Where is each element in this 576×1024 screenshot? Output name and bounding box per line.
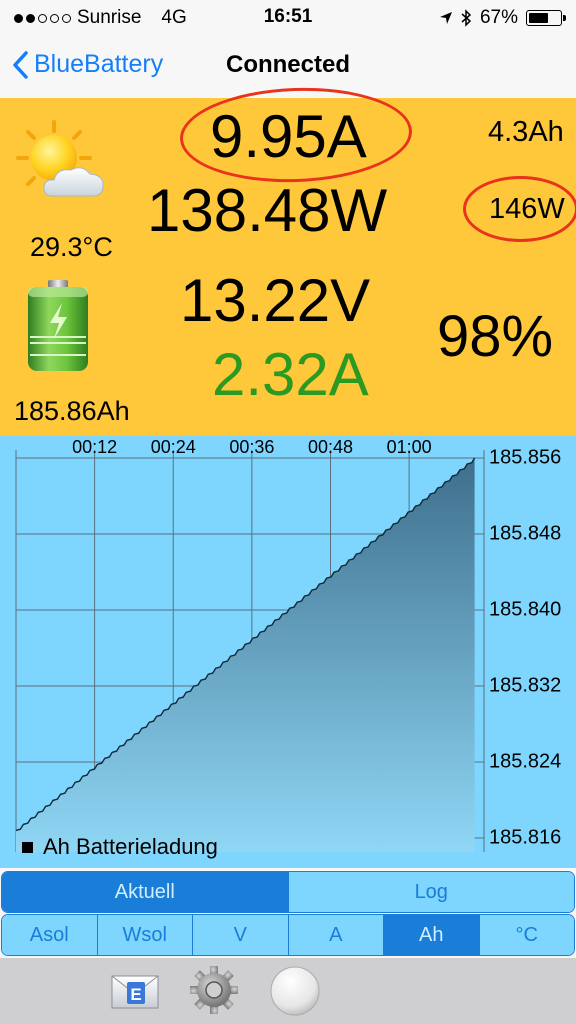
svg-text:E: E — [130, 985, 141, 1004]
x-tick-label: 00:24 — [150, 437, 196, 457]
y-tick-label: 185.840 — [489, 598, 562, 621]
solar-power-value: 138.48W — [147, 177, 388, 244]
tab-series-1[interactable]: Wsol — [97, 915, 193, 955]
legend-swatch — [22, 841, 33, 853]
sun-cloud-icon — [16, 120, 104, 197]
battery-charge-chart: 00:12 00:24 00:36 00:48 01:00 185.856 185.848… — [0, 436, 576, 868]
y-tick-label: 185.816 — [489, 826, 562, 849]
page-title: Connected — [225, 51, 350, 78]
x-tick-label: 00:12 — [72, 437, 118, 457]
solar-ah-value: 4.3Ah — [488, 116, 564, 148]
live-values-panel: 29.3°C 185.86Ah 9.95A 138.48W 13.22V 2.3… — [0, 83, 576, 436]
battery-status-icon — [526, 10, 566, 26]
x-tick-label: 00:36 — [229, 437, 275, 457]
series-tabs: Asol Wsol V A Ah °C — [1, 914, 575, 956]
x-tick-label: 01:00 — [386, 437, 432, 457]
legend-label: Ah Batterieladung — [43, 834, 218, 859]
connection-status-icon[interactable] — [269, 965, 321, 1017]
temperature-value: 29.3°C — [30, 232, 113, 262]
location-arrow-icon — [439, 12, 452, 24]
state-of-charge-value: 98% — [437, 304, 554, 369]
tab-series-0[interactable]: Asol — [2, 915, 98, 955]
peak-power-value: 146W — [489, 193, 565, 225]
view-mode-tabs: Aktuell Log — [1, 871, 575, 913]
y-tick-label: 185.848 — [489, 522, 562, 545]
y-tick-label: 185.824 — [489, 750, 562, 773]
battery-ah-value: 185.86Ah — [14, 396, 130, 426]
tab-series-5[interactable]: °C — [479, 915, 574, 955]
tab-series-2[interactable]: V — [193, 915, 289, 955]
battery-percent: 67% — [479, 7, 518, 28]
email-icon[interactable]: E — [110, 972, 160, 1012]
charging-battery-icon — [28, 280, 88, 371]
status-bar: Sunrise 4G 16:51 67% — [0, 0, 576, 36]
chart-plot — [15, 450, 485, 852]
tab-view-1[interactable]: Log — [288, 872, 574, 912]
tab-series-4[interactable]: Ah — [384, 915, 480, 955]
bluetooth-icon — [461, 9, 472, 27]
chart-legend: Ah Batterieladung — [22, 834, 218, 860]
x-tick-label: 00:48 — [307, 437, 354, 457]
y-tick-label: 185.832 — [489, 674, 562, 697]
solar-current-value: 9.95A — [210, 103, 367, 170]
battery-voltage-value: 13.22V — [180, 267, 371, 334]
y-tick-label: 185.856 — [489, 446, 562, 469]
tab-series-3[interactable]: A — [288, 915, 384, 955]
tab-view-0[interactable]: Aktuell — [2, 872, 289, 912]
settings-gear-icon[interactable] — [188, 964, 240, 1016]
battery-current-value: 2.32A — [212, 341, 369, 408]
series-area — [16, 458, 475, 852]
bottom-toolbar: E — [0, 958, 576, 1024]
